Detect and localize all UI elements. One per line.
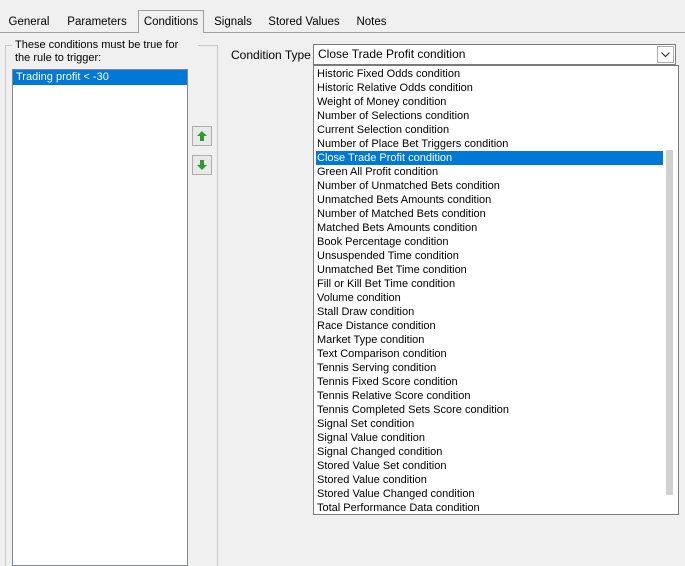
tab-parameters[interactable]: Parameters: [63, 13, 131, 31]
dropdown-option[interactable]: Race Distance condition: [316, 319, 663, 333]
tab-conditions[interactable]: Conditions: [138, 10, 204, 33]
move-down-button[interactable]: [192, 155, 212, 175]
dropdown-option[interactable]: Stored Value condition: [316, 473, 663, 487]
dropdown-option[interactable]: Historic Fixed Odds condition: [316, 67, 663, 81]
dropdown-option[interactable]: Volume condition: [316, 291, 663, 305]
dropdown-option[interactable]: Close Trade Profit condition: [316, 151, 663, 165]
dropdown-option[interactable]: Current Selection condition: [316, 123, 663, 137]
dropdown-option[interactable]: Unmatched Bets Amounts condition: [316, 193, 663, 207]
move-up-button[interactable]: [192, 126, 212, 146]
dropdown-option[interactable]: Signal Changed condition: [316, 445, 663, 459]
condition-type-combobox[interactable]: Close Trade Profit condition: [313, 44, 676, 65]
condition-type-dropdown-list[interactable]: Historic Fixed Odds condition Historic Re…: [313, 65, 679, 515]
dropdown-button[interactable]: [657, 46, 674, 63]
dropdown-option[interactable]: Weight of Money condition: [316, 95, 663, 109]
list-item[interactable]: Trading profit < -30: [13, 70, 187, 85]
dropdown-option[interactable]: Number of Matched Bets condition: [316, 207, 663, 221]
dropdown-scrollbar[interactable]: [666, 150, 673, 495]
tab-stored-values[interactable]: Stored Values: [265, 13, 343, 31]
dropdown-option[interactable]: Tennis Fixed Score condition: [316, 375, 663, 389]
dropdown-option[interactable]: Number of Selections condition: [316, 109, 663, 123]
dropdown-option[interactable]: Signal Set condition: [316, 417, 663, 431]
dropdown-option[interactable]: Tennis Completed Sets Score condition: [316, 403, 663, 417]
dropdown-option[interactable]: Stored Value Changed condition: [316, 487, 663, 501]
dropdown-option[interactable]: Number of Unmatched Bets condition: [316, 179, 663, 193]
dropdown-option[interactable]: Unsuspended Time condition: [316, 249, 663, 263]
green-up-arrow-icon: [197, 131, 207, 141]
dropdown-option[interactable]: Historic Relative Odds condition: [316, 81, 663, 95]
condition-type-label: Condition Type: [231, 48, 311, 62]
conditions-list[interactable]: Trading profit < -30: [12, 69, 188, 566]
tab-signals[interactable]: Signals: [208, 13, 258, 31]
tab-general[interactable]: General: [4, 13, 54, 31]
dropdown-option[interactable]: Tennis Serving condition: [316, 361, 663, 375]
dropdown-option[interactable]: Tennis Relative Score condition: [316, 389, 663, 403]
dropdown-option[interactable]: Signal Value condition: [316, 431, 663, 445]
dropdown-option[interactable]: Unmatched Bet Time condition: [316, 263, 663, 277]
dropdown-option[interactable]: Fill or Kill Bet Time condition: [316, 277, 663, 291]
dropdown-option[interactable]: Market Type condition: [316, 333, 663, 347]
dropdown-option[interactable]: Stored Value Set condition: [316, 459, 663, 473]
green-down-arrow-icon: [197, 160, 207, 170]
dropdown-option[interactable]: Matched Bets Amounts condition: [316, 221, 663, 235]
condition-type-value: Close Trade Profit condition: [318, 47, 466, 61]
dropdown-option[interactable]: Green All Profit condition: [316, 165, 663, 179]
chevron-down-icon: [661, 52, 670, 58]
dropdown-option[interactable]: Book Percentage condition: [316, 235, 663, 249]
dropdown-option[interactable]: Number of Place Bet Triggers condition: [316, 137, 663, 151]
dropdown-option[interactable]: Text Comparison condition: [316, 347, 663, 361]
dropdown-option[interactable]: Stall Draw condition: [316, 305, 663, 319]
tab-notes[interactable]: Notes: [349, 13, 394, 31]
tab-bar: General Parameters Conditions Signals St…: [0, 10, 685, 33]
conditions-group-label: These conditions must be true for the ru…: [12, 39, 198, 65]
dropdown-option[interactable]: Total Performance Data condition: [316, 501, 663, 514]
